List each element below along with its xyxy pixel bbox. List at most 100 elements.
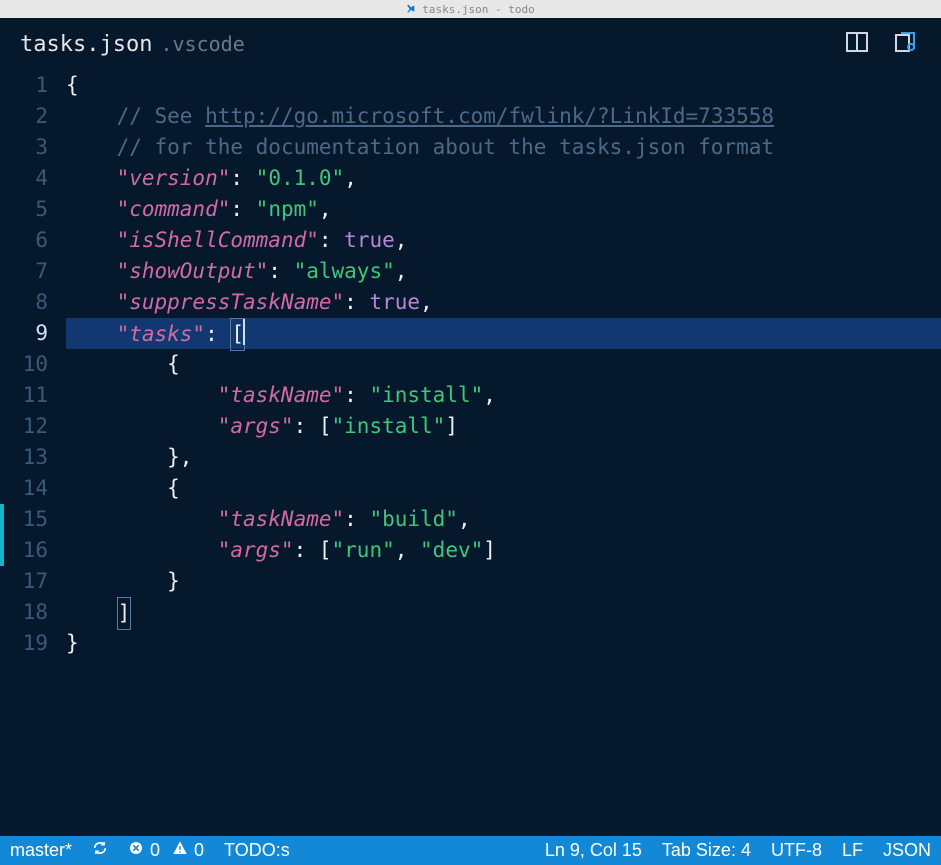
code-line[interactable]: "showOutput": "always", xyxy=(66,256,941,287)
punct: { xyxy=(66,73,79,97)
punct: , xyxy=(420,290,433,314)
punct: : [ xyxy=(294,538,332,562)
json-key: "isShellCommand" xyxy=(117,228,319,252)
line-number: 8 xyxy=(0,287,48,318)
json-key: "showOutput" xyxy=(117,259,269,283)
eol-segment[interactable]: LF xyxy=(832,836,873,865)
code-line[interactable]: // See http://go.microsoft.com/fwlink/?L… xyxy=(66,101,941,132)
code-line[interactable]: "suppressTaskName": true, xyxy=(66,287,941,318)
code-line[interactable]: "args": ["install"] xyxy=(66,411,941,442)
punct: { xyxy=(167,352,180,376)
code-line[interactable]: "taskName": "build", xyxy=(66,504,941,535)
text-cursor xyxy=(243,319,245,345)
punct: : xyxy=(344,507,369,531)
code-line[interactable]: { xyxy=(66,70,941,101)
todos-label: TODO:s xyxy=(224,840,290,861)
json-key: "version" xyxy=(117,166,231,190)
json-key: "taskName" xyxy=(218,383,344,407)
problems-segment[interactable]: 0 0 xyxy=(118,836,214,865)
code-line[interactable]: "args": ["run", "dev"] xyxy=(66,535,941,566)
punct: , xyxy=(395,538,420,562)
punct: : xyxy=(268,259,293,283)
punct: : [ xyxy=(294,414,332,438)
json-boolean: true xyxy=(344,228,395,252)
sync-icon xyxy=(92,840,108,861)
code-line[interactable]: { xyxy=(66,349,941,380)
json-string: "always" xyxy=(294,259,395,283)
todos-segment[interactable]: TODO:s xyxy=(214,836,300,865)
json-string: "npm" xyxy=(256,197,319,221)
punct: ] xyxy=(117,597,132,630)
git-branch-segment[interactable]: master* xyxy=(0,836,82,865)
code-line[interactable]: "tasks": [ xyxy=(66,318,941,349)
window-title: tasks.json - todo xyxy=(422,3,535,16)
titlebar: tasks.json - todo xyxy=(0,0,941,18)
encoding: UTF-8 xyxy=(771,840,822,861)
json-boolean: true xyxy=(369,290,420,314)
tab-filename: tasks.json xyxy=(20,32,152,57)
tab-folder: .vscode xyxy=(160,32,244,56)
punct: , xyxy=(395,228,408,252)
json-key: "tasks" xyxy=(117,322,206,346)
open-changes-icon[interactable] xyxy=(893,30,917,58)
code-line[interactable]: ] xyxy=(66,597,941,628)
json-string: "dev" xyxy=(420,538,483,562)
line-number: 4 xyxy=(0,163,48,194)
json-string: "0.1.0" xyxy=(256,166,345,190)
line-number: 3 xyxy=(0,132,48,163)
code-line[interactable]: } xyxy=(66,566,941,597)
line-number: 19 xyxy=(0,628,48,659)
punct: : xyxy=(344,290,369,314)
punct: : xyxy=(319,228,344,252)
code-line[interactable]: } xyxy=(66,628,941,659)
line-number: 5 xyxy=(0,194,48,225)
editor-actions xyxy=(845,30,917,58)
code-line[interactable]: "isShellCommand": true, xyxy=(66,225,941,256)
punct: : xyxy=(230,166,255,190)
language-segment[interactable]: JSON xyxy=(873,836,941,865)
warning-count: 0 xyxy=(194,840,204,861)
punct: : xyxy=(205,322,230,346)
code-line[interactable]: { xyxy=(66,473,941,504)
punct: } xyxy=(66,631,79,655)
comment: // for the documentation about the tasks… xyxy=(117,135,774,159)
punct: { xyxy=(167,476,180,500)
line-number-gutter: 12345678910111213141516171819 xyxy=(0,70,66,836)
sync-segment[interactable] xyxy=(82,836,118,865)
line-number: 11 xyxy=(0,380,48,411)
json-key: "args" xyxy=(218,538,294,562)
punct: ] xyxy=(483,538,496,562)
code-line[interactable]: "command": "npm", xyxy=(66,194,941,225)
line-number: 10 xyxy=(0,349,48,380)
json-key: "args" xyxy=(218,414,294,438)
editor[interactable]: 12345678910111213141516171819 { // See h… xyxy=(0,70,941,836)
line-number: 7 xyxy=(0,256,48,287)
status-bar: master* 0 0 TODO:s Ln 9, Col 15 Tab Size… xyxy=(0,836,941,865)
punct: , xyxy=(458,507,471,531)
line-number: 6 xyxy=(0,225,48,256)
code-line[interactable]: "version": "0.1.0", xyxy=(66,163,941,194)
tab-tasks-json[interactable]: tasks.json .vscode xyxy=(20,32,245,57)
line-number: 16 xyxy=(0,535,48,566)
tab-size-segment[interactable]: Tab Size: 4 xyxy=(652,836,761,865)
split-editor-icon[interactable] xyxy=(845,30,869,58)
json-key: "suppressTaskName" xyxy=(117,290,345,314)
json-string: "install" xyxy=(369,383,483,407)
code-line[interactable]: "taskName": "install", xyxy=(66,380,941,411)
modified-indicator xyxy=(0,504,4,566)
line-number: 18 xyxy=(0,597,48,628)
code-line[interactable]: }, xyxy=(66,442,941,473)
punct: , xyxy=(395,259,408,283)
cursor-position-segment[interactable]: Ln 9, Col 15 xyxy=(535,836,652,865)
line-number: 13 xyxy=(0,442,48,473)
code-area[interactable]: { // See http://go.microsoft.com/fwlink/… xyxy=(66,70,941,836)
line-number: 1 xyxy=(0,70,48,101)
line-number: 9 xyxy=(0,318,48,349)
tab-bar: tasks.json .vscode xyxy=(0,18,941,70)
punct: ] xyxy=(445,414,458,438)
punct: : xyxy=(344,383,369,407)
tab-size: Tab Size: 4 xyxy=(662,840,751,861)
code-line[interactable]: // for the documentation about the tasks… xyxy=(66,132,941,163)
editor-chrome: tasks.json .vscode 123456789101112131415… xyxy=(0,18,941,836)
encoding-segment[interactable]: UTF-8 xyxy=(761,836,832,865)
